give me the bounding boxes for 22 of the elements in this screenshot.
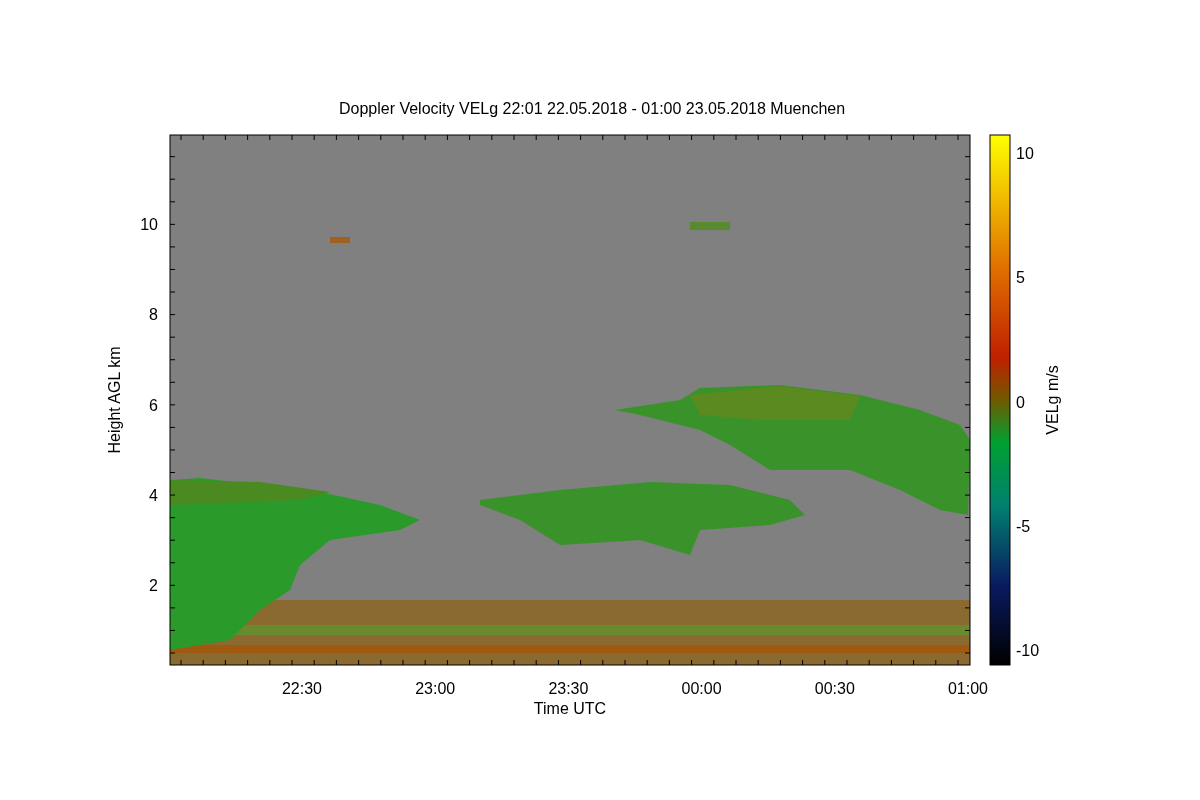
x-axis-title: Time UTC: [533, 700, 607, 717]
x-tick-label: 00:30: [814, 680, 855, 697]
y-tick-label: 4: [149, 486, 158, 504]
colorbar-tick-label: -5: [1016, 517, 1031, 535]
x-tick-label: 00:00: [681, 680, 722, 697]
y-tick-label: 8: [149, 306, 158, 324]
echo-speck: [690, 222, 730, 230]
x-tick-label: 22:30: [282, 680, 322, 697]
chart-title: Doppler Velocity VELg 22:01 22.05.2018 - 01:00 23.05.2018 Muenchen: [338, 100, 846, 117]
colorbar-tick-label: -10: [1016, 642, 1040, 660]
colorbar-title: VELg m/s: [1044, 365, 1061, 435]
x-tick-label: 23:00: [415, 680, 456, 697]
y-tick-label: 10: [140, 216, 158, 233]
colorbar-tick-label: 5: [1016, 269, 1025, 287]
y-tick-label: 2: [149, 577, 158, 594]
colorbar-tick-label: 10: [1016, 145, 1034, 162]
x-tick-label: 01:00: [948, 680, 988, 697]
x-tick-label: 23:30: [548, 680, 589, 697]
y-axis-title: Height AGL km: [106, 346, 123, 454]
echo-speck: [330, 237, 350, 243]
y-tick-label: 6: [149, 396, 158, 414]
colorbar-tick-label: 0: [1016, 393, 1025, 411]
